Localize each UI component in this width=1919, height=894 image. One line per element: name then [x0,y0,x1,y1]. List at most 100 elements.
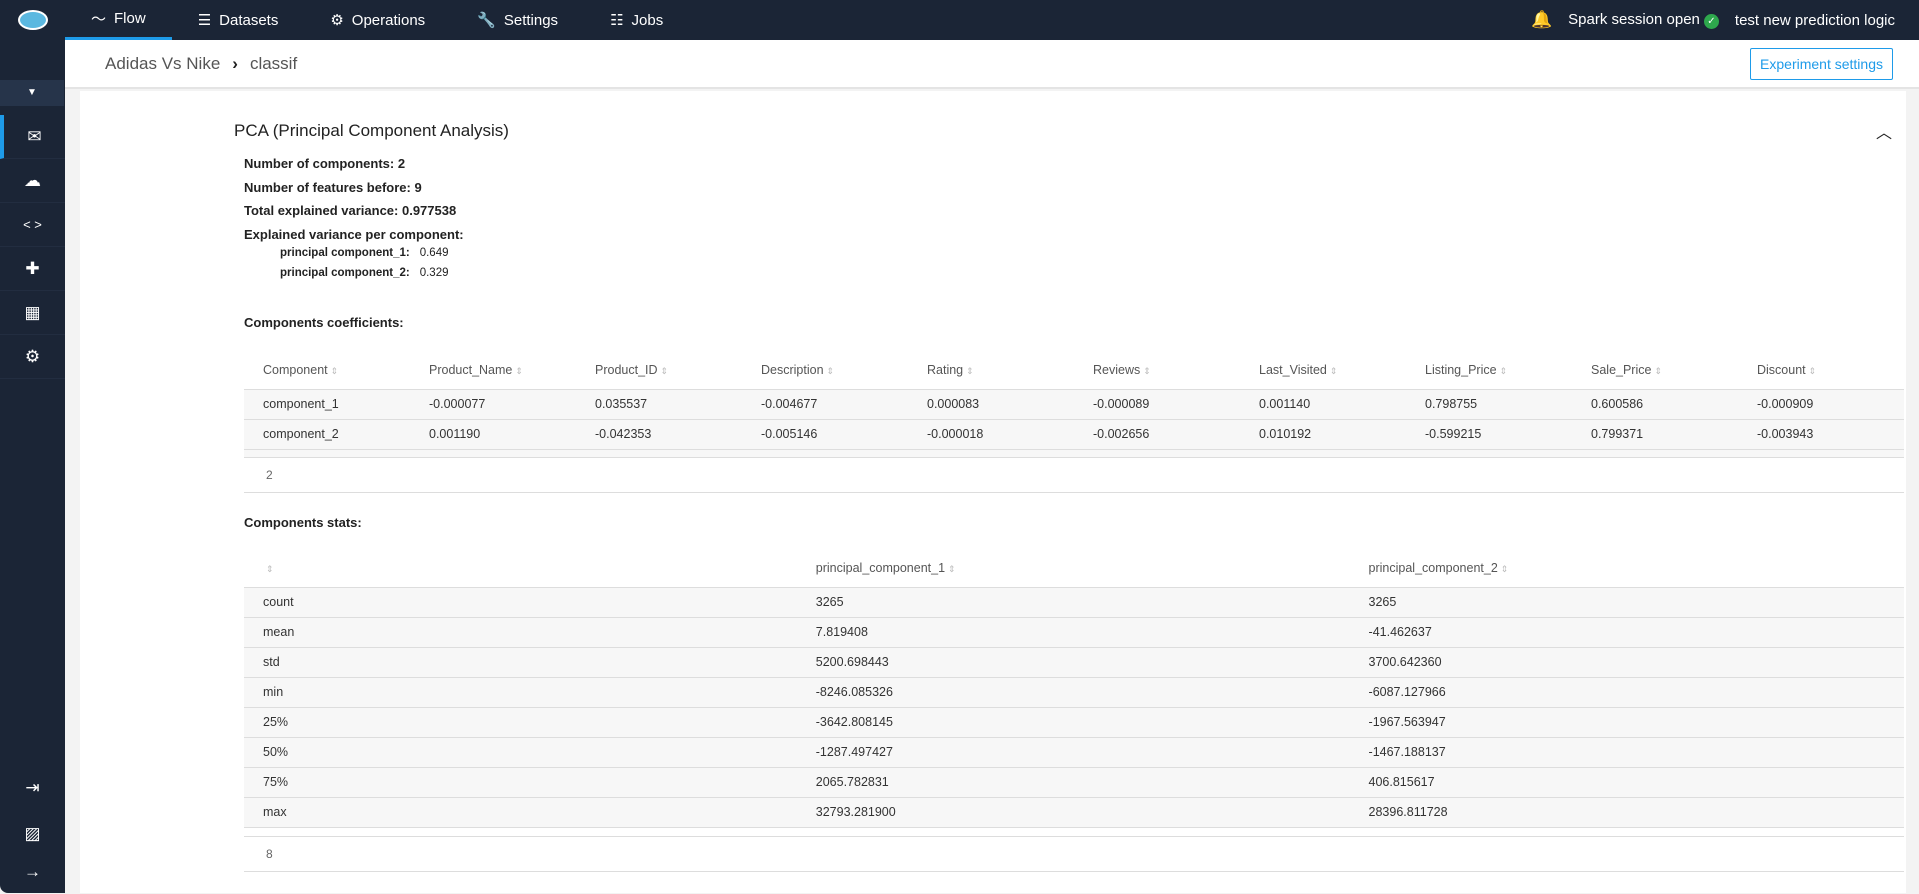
column-header[interactable]: principal_component_1 ⇕ [796,549,1350,588]
chevron-right-icon: › [232,53,238,73]
sort-icon[interactable]: ⇕ [1654,366,1662,376]
sort-icon[interactable]: ⇕ [948,564,956,574]
table-cell: component_1 [244,389,410,420]
column-header[interactable]: Product_Name ⇕ [410,351,576,390]
sort-icon[interactable]: ⇕ [661,366,669,376]
expand-arrow-icon[interactable]: → [0,850,65,894]
total-variance: Total explained variance: 0.977538 [244,203,457,218]
table-cell: 0.798755 [1406,389,1572,420]
sort-icon[interactable]: ⇕ [515,366,523,376]
tab-jobs[interactable]: ☷ Jobs [584,0,689,40]
coefficients-row-count: 2 [244,457,1904,493]
chart-line-icon: 〜 [91,11,107,28]
coefficients-table: Component ⇕ Product_Name ⇕ Product_ID ⇕ Descri… [244,351,1904,458]
table-spacer [244,449,1904,458]
top-nav-bar: 〜 Flow ☰ Datasets ⚙ Operations 🔧 Settings ☷ Jobs … [0,0,1919,40]
table-row: component_1 -0.000077 0.035537 -0.004677 0.0… [244,389,1904,420]
breadcrumb-parent[interactable]: Adidas Vs Nike [105,54,220,74]
table-cell: 3265 [1349,587,1904,618]
experiment-settings-button[interactable]: Experiment settings [1750,47,1893,80]
column-header[interactable]: Last_Visited ⇕ [1240,351,1406,390]
login-icon[interactable]: ⇥ [0,766,65,810]
table-row: component_2 0.001190 -0.042353 -0.005146 -0.… [244,419,1904,450]
tab-operations[interactable]: ⚙ Operations [304,0,451,40]
project-name[interactable]: test new prediction logic [1735,12,1895,29]
sort-icon[interactable]: ⇕ [266,564,274,574]
table-row: 25% -3642.808145 -1967.563947 [244,707,1904,738]
pca-panel: PCA (Principal Component Analysis) ︿ Num… [80,91,1906,893]
table-row: 75% 2065.782831 406.815617 [244,767,1904,798]
jobs-icon: ☷ [610,12,624,29]
table-cell: -0.000018 [908,419,1074,450]
table-cell: -0.042353 [576,419,742,450]
gear-icon[interactable]: ⚙ [0,335,65,379]
sort-icon[interactable]: ⇕ [1500,366,1508,376]
table-header-row: Component ⇕ Product_Name ⇕ Product_ID ⇕ Descri… [244,351,1904,390]
column-header[interactable]: Product_ID ⇕ [576,351,742,390]
table-cell: count [244,587,797,618]
code-icon[interactable]: < > [0,203,65,247]
table-cell: 0.001190 [410,419,576,450]
table-header-row: ⇕ principal_component_1 ⇕ principal_compone… [244,549,1904,588]
table-cell: -0.005146 [742,419,908,450]
table-cell: 75% [244,767,797,798]
tab-flow[interactable]: 〜 Flow [65,0,172,40]
check-icon: ✓ [1703,14,1719,29]
sort-icon[interactable]: ⇕ [1809,366,1817,376]
sort-icon[interactable]: ⇕ [1501,564,1509,574]
table-row: std 5200.698443 3700.642360 [244,647,1904,678]
table-cell: 50% [244,737,797,768]
column-header[interactable]: Component ⇕ [244,351,410,390]
puzzle-icon[interactable]: ✚ [0,247,65,291]
sort-icon[interactable]: ⇕ [331,366,339,376]
table-row: max 32793.281900 28396.811728 [244,797,1904,828]
table-cell: -0.004677 [742,389,908,420]
table-cell: -0.000909 [1738,389,1904,420]
column-header[interactable]: principal_component_2 ⇕ [1349,549,1904,588]
table-cell: 5200.698443 [796,647,1350,678]
column-header[interactable]: ⇕ [244,549,797,588]
breadcrumb-bar: Adidas Vs Nike › classif Experiment sett… [65,40,1919,89]
inbox-icon[interactable]: ✉ [0,115,65,159]
column-header[interactable]: Discount ⇕ [1738,351,1904,390]
n-features: Number of features before: 9 [244,180,422,195]
table-cell: -1467.188137 [1349,737,1904,768]
sidebar-dropdown-toggle[interactable]: ▼ [0,80,64,106]
table-cell: -0.000077 [410,389,576,420]
bell-icon[interactable]: 🔔 [1531,10,1552,30]
table-cell: -1287.497427 [796,737,1350,768]
column-header[interactable]: Rating ⇕ [908,351,1074,390]
table-cell: 3700.642360 [1349,647,1904,678]
sort-icon[interactable]: ⇕ [1330,366,1338,376]
table-cell: 0.001140 [1240,389,1406,420]
stats-label: Components stats: [244,515,362,530]
sort-icon[interactable]: ⇕ [966,366,974,376]
sort-icon[interactable]: ⇕ [1143,366,1151,376]
variance-item: principal component_1: 0.649 [280,247,449,259]
sort-icon[interactable]: ⇕ [827,366,835,376]
tab-datasets[interactable]: ☰ Datasets [172,0,305,40]
table-cell: -0.599215 [1406,419,1572,450]
table-cell: component_2 [244,419,410,450]
table-cell: -41.462637 [1349,617,1904,648]
chevron-up-icon[interactable]: ︿ [1876,119,1892,143]
wrench-icon: 🔧 [477,12,496,29]
spark-status: Spark session open ✓ [1568,11,1719,29]
bar-chart-icon[interactable]: ▦ [0,291,65,335]
table-cell: 0.000083 [908,389,1074,420]
gear-icon: ⚙ [330,12,344,29]
variance-item: principal component_2: 0.329 [280,267,449,279]
table-cell: 7.819408 [796,617,1350,648]
table-cell: -6087.127966 [1349,677,1904,708]
column-header[interactable]: Sale_Price ⇕ [1572,351,1738,390]
column-header[interactable]: Listing_Price ⇕ [1406,351,1572,390]
column-header[interactable]: Description ⇕ [742,351,908,390]
table-cell: 0.600586 [1572,389,1738,420]
tab-settings[interactable]: 🔧 Settings [451,0,584,40]
table-cell: 25% [244,707,797,738]
column-header[interactable]: Reviews ⇕ [1074,351,1240,390]
app-logo[interactable] [0,0,65,40]
table-cell: min [244,677,797,708]
cloud-upload-icon[interactable]: ☁ [0,159,65,203]
table-cell: 406.815617 [1349,767,1904,798]
